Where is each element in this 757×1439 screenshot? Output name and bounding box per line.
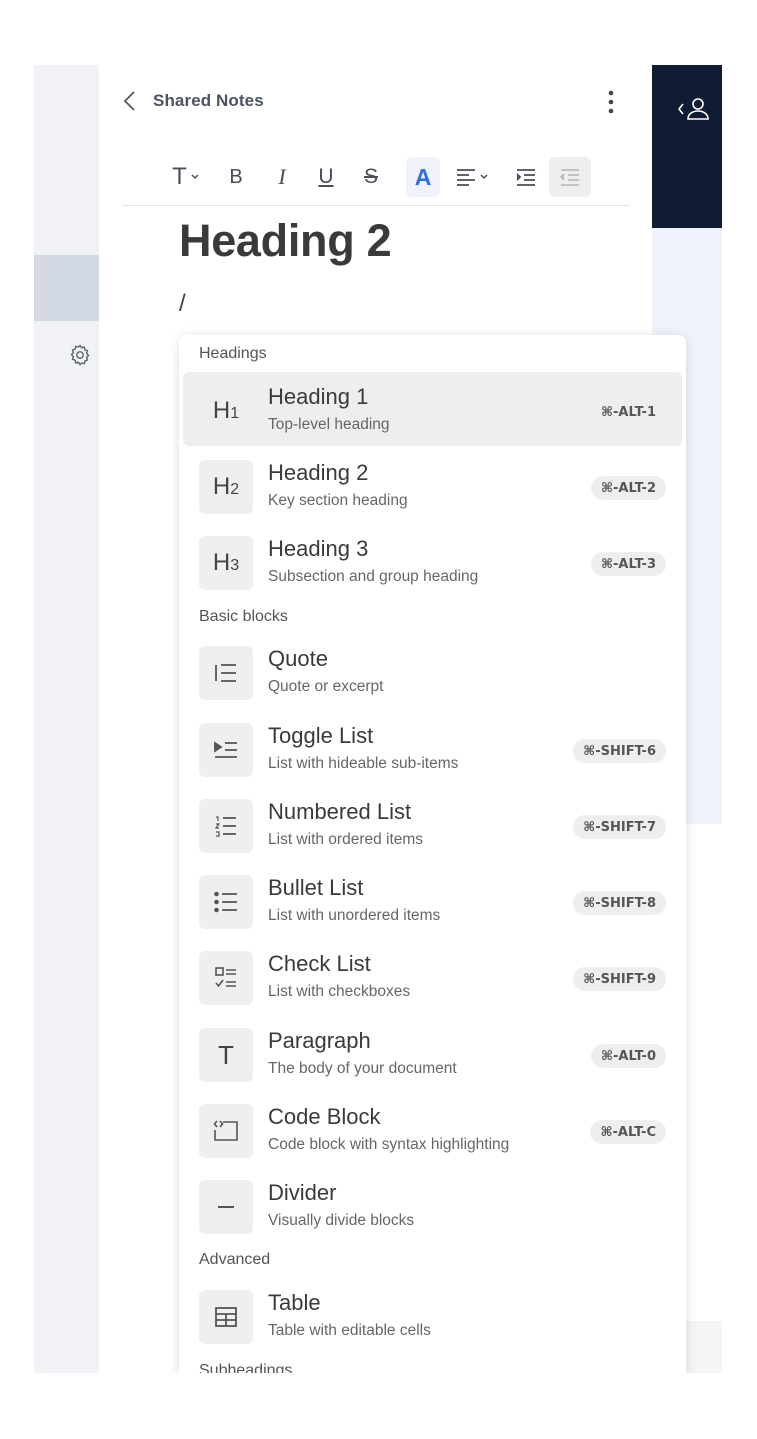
heading-1-icon: H1 [212, 397, 240, 424]
right-panel-header [652, 65, 722, 228]
menu-item-numbered-list[interactable]: Numbered List List with ordered items ⌘-… [183, 787, 682, 861]
numbered-list-icon [199, 799, 253, 853]
formatting-toolbar: T B I U S A [122, 155, 630, 199]
user-panel-toggle-icon[interactable] [674, 95, 714, 123]
toggle-list-icon [199, 723, 253, 777]
heading-3-icon: H3 [199, 536, 253, 590]
table-icon [199, 1290, 253, 1344]
shortcut-badge: ⌘-ALT-2 [590, 476, 666, 500]
page-title: Shared Notes [153, 91, 264, 110]
code-block-icon [199, 1104, 253, 1158]
menu-item-toggle-list[interactable]: Toggle List List with hideable sub-items… [183, 711, 682, 785]
menu-group-advanced: Advanced [199, 1251, 271, 1268]
notes-header: Shared Notes [122, 87, 632, 115]
italic-button[interactable]: I [264, 157, 300, 197]
menu-item-check-list[interactable]: Check List List with checkboxes ⌘-SHIFT-… [183, 939, 682, 1013]
slash-command-text[interactable]: / [179, 290, 186, 318]
text-type-icon: T [172, 163, 187, 190]
shortcut-badge: ⌘-SHIFT-6 [573, 739, 666, 763]
sidebar-active-item[interactable] [34, 255, 99, 321]
document-heading[interactable]: Heading 2 [179, 215, 392, 267]
indent-icon [516, 168, 536, 186]
slash-command-menu: Headings H1 Heading 1 Top-level heading … [179, 335, 686, 1373]
menu-item-bullet-list[interactable]: Bullet List List with unordered items ⌘-… [183, 863, 682, 937]
paragraph-icon: T [199, 1028, 253, 1082]
menu-item-quote[interactable]: Quote Quote or excerpt [183, 634, 682, 708]
menu-item-divider[interactable]: Divider Visually divide blocks [183, 1168, 682, 1242]
shortcut-badge: ⌘-ALT-C [590, 1120, 666, 1144]
shortcut-badge: ⌘-ALT-0 [590, 1044, 666, 1068]
shortcut-badge: ⌘-SHIFT-9 [573, 967, 666, 991]
menu-item-heading-1[interactable]: H1 Heading 1 Top-level heading ⌘-ALT-1 [183, 372, 682, 446]
text-type-dropdown[interactable]: T [166, 157, 206, 197]
menu-group-basic-blocks: Basic blocks [199, 608, 288, 625]
gear-icon[interactable] [68, 343, 92, 367]
menu-item-code-block[interactable]: Code Block Code block with syntax highli… [183, 1092, 682, 1166]
menu-group-headings: Headings [199, 345, 267, 362]
bold-button[interactable]: B [218, 157, 254, 197]
menu-item-heading-3[interactable]: H3 Heading 3 Subsection and group headin… [183, 524, 682, 598]
check-list-icon [199, 951, 253, 1005]
strikethrough-button[interactable]: S [353, 157, 389, 197]
menu-item-paragraph[interactable]: T Paragraph The body of your document ⌘-… [183, 1016, 682, 1090]
shortcut-badge: ⌘-SHIFT-7 [573, 815, 666, 839]
divider-icon [199, 1180, 253, 1234]
shortcut-badge: ⌘-ALT-3 [590, 552, 666, 576]
bullet-list-icon [199, 875, 253, 929]
back-chevron-icon[interactable] [122, 89, 138, 113]
menu-item-heading-2[interactable]: H2 Heading 2 Key section heading ⌘-ALT-2 [183, 448, 682, 522]
left-sidebar [34, 65, 99, 1373]
underline-button[interactable]: U [308, 157, 344, 197]
more-options-icon[interactable] [606, 89, 616, 115]
text-color-button[interactable]: A [406, 157, 440, 197]
shortcut-badge: ⌘-ALT-1 [600, 404, 656, 420]
outdent-icon [560, 168, 580, 186]
quote-icon [199, 646, 253, 700]
menu-group-subheadings: Subheadings [199, 1362, 293, 1373]
heading-2-icon: H2 [199, 460, 253, 514]
outdent-button[interactable] [549, 157, 591, 197]
align-dropdown[interactable] [450, 157, 494, 197]
app-frame: Shared Notes T B I U S A Heading 2 / Hea… [34, 65, 722, 1373]
align-left-icon [456, 168, 476, 186]
shortcut-badge: ⌘-SHIFT-8 [573, 891, 666, 915]
indent-button[interactable] [506, 157, 546, 197]
toolbar-divider [122, 205, 630, 206]
menu-item-table[interactable]: Table Table with editable cells [183, 1278, 682, 1352]
